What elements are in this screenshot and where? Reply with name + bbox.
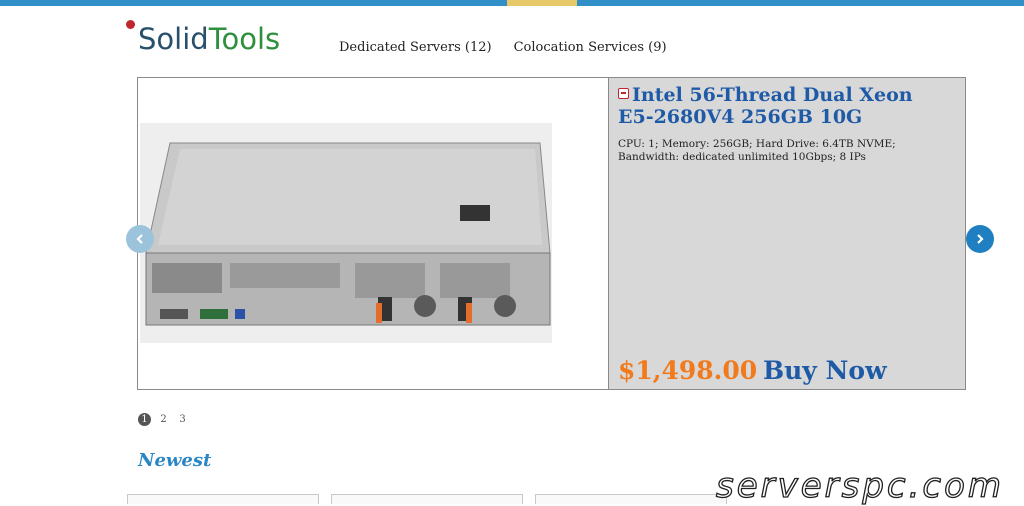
slider-pagination: 1 2 3 [138,413,189,426]
product-title[interactable]: Intel 56-Thread Dual Xeon E5-2680V4 256G… [618,84,938,128]
server-illustration [140,123,552,343]
logo-text-solid: Solid [138,22,209,56]
slider-prev-button[interactable] [126,225,154,253]
chevron-right-icon [977,234,984,244]
logo-text-tools: Tools [208,22,281,56]
top-bar [0,0,1024,6]
product-description: CPU: 1; Memory: 256GB; Hard Drive: 6.4TB… [618,138,896,163]
buy-now-button[interactable]: Buy Now [763,356,887,385]
slider-next-button[interactable] [966,225,994,253]
page-dot-3[interactable]: 3 [176,413,189,426]
product-price: $1,498.00 [618,356,758,385]
top-bar-highlight [507,0,577,6]
nav-colocation-services[interactable]: Colocation Services (9) [514,40,667,55]
chevron-left-icon [136,234,143,244]
site-logo[interactable]: SolidTools [126,16,280,56]
logo-mark-icon [126,20,135,29]
watermark: serverspc.com [715,465,1005,506]
page-dot-2[interactable]: 2 [157,413,170,426]
page-dot-1[interactable]: 1 [138,413,151,426]
nav-dedicated-servers[interactable]: Dedicated Servers (12) [339,40,492,55]
newest-heading: Newest [138,450,212,471]
featured-slider: Intel 56-Thread Dual Xeon E5-2680V4 256G… [137,77,966,390]
main-nav: Dedicated Servers (12) Colocation Servic… [339,40,667,55]
server-product-image[interactable] [140,123,552,343]
slide-info-panel: Intel 56-Thread Dual Xeon E5-2680V4 256G… [609,78,965,389]
